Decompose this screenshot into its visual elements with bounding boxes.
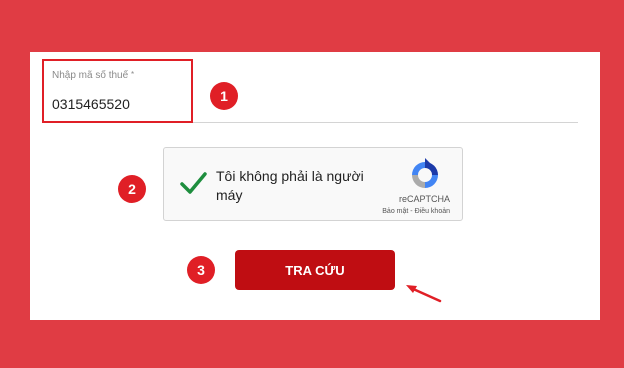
recaptcha-logo-icon [412, 158, 438, 188]
search-button[interactable]: TRA CỨU [235, 250, 395, 290]
step-2-badge: 2 [118, 175, 146, 203]
terms-link[interactable]: Điều khoản [415, 208, 450, 215]
recaptcha-links: Bảo mật - Điều khoản [382, 208, 450, 215]
recaptcha-widget: Tôi không phải là người máy reCAPTCHA Bả… [163, 147, 463, 221]
step-1-badge: 1 [210, 82, 238, 110]
checkmark-icon[interactable] [178, 168, 208, 198]
highlight-box [42, 59, 193, 123]
recaptcha-label: Tôi không phải là người máy [216, 168, 364, 203]
recaptcha-brand: reCAPTCHA [398, 194, 450, 204]
step-3-badge: 3 [187, 256, 215, 284]
privacy-link[interactable]: Bảo mật [382, 208, 408, 215]
arrow-icon [406, 285, 442, 303]
